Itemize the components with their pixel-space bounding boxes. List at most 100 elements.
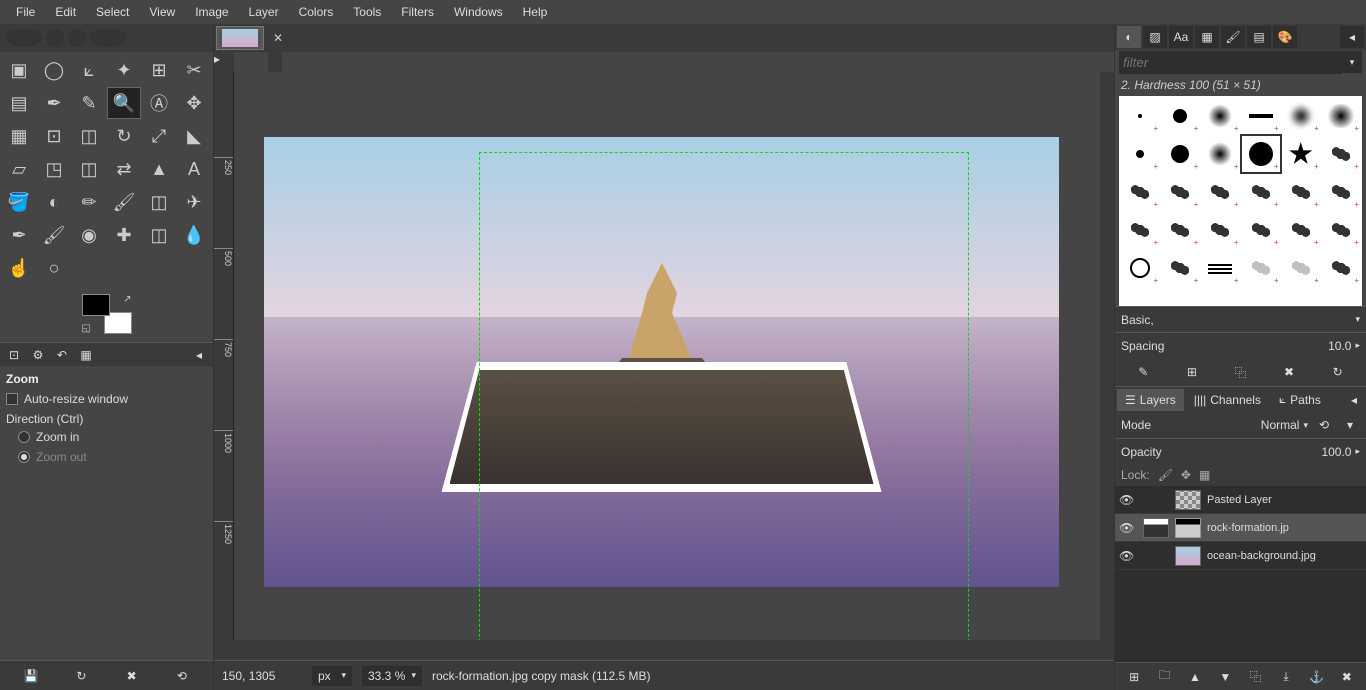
align-tool[interactable]: ▦ <box>2 120 36 152</box>
brush-preset[interactable]: + <box>1121 98 1159 134</box>
rectangle-select-tool[interactable]: ▣ <box>2 54 36 86</box>
duplicate-brush-icon[interactable]: ⿻ <box>1230 362 1250 382</box>
duplicate-layer-icon[interactable]: ⿻ <box>1246 667 1266 687</box>
zoom-tool[interactable]: 🔍 <box>107 87 141 119</box>
blur-tool[interactable]: 💧 <box>177 219 211 251</box>
mode-reset-icon[interactable]: ⟲ <box>1314 415 1334 435</box>
gradient-tool[interactable]: ◐ <box>37 186 71 218</box>
dock-menu-icon[interactable]: ◂ <box>1340 26 1364 48</box>
gradients-tab[interactable]: ▤ <box>1247 26 1271 48</box>
rotate-tool[interactable]: ↻ <box>107 120 141 152</box>
channels-tab[interactable]: |||| Channels <box>1186 389 1269 411</box>
document-history-tab[interactable]: ▦ <box>1195 26 1219 48</box>
brush-preset[interactable]: + <box>1161 212 1199 248</box>
layer-name[interactable]: ocean-background.jpg <box>1207 550 1316 562</box>
filter-dropdown-icon[interactable]: ▾ <box>1342 51 1362 73</box>
brush-preset[interactable]: + <box>1282 174 1320 210</box>
menu-view[interactable]: View <box>141 1 183 23</box>
brush-preset-row[interactable]: Basic,▾ <box>1115 306 1366 332</box>
vertical-ruler[interactable]: 250 500 750 1000 1250 <box>214 72 234 640</box>
brush-preset[interactable]: + <box>1282 136 1320 172</box>
zoom-in-radio[interactable] <box>18 431 30 443</box>
zoom-out-radio[interactable] <box>18 451 30 463</box>
crop-tool[interactable]: ⊡ <box>37 120 71 152</box>
brush-preset[interactable]: + <box>1201 174 1239 210</box>
merge-down-icon[interactable]: ⤓ <box>1276 667 1296 687</box>
image-tab[interactable] <box>216 26 264 50</box>
bucket-fill-tool[interactable]: 🪣 <box>2 186 36 218</box>
spacing-row[interactable]: Spacing10.0▸ <box>1115 332 1366 358</box>
paintbrush-tool[interactable]: 🖌 <box>107 186 141 218</box>
brush-preset[interactable]: + <box>1242 98 1280 134</box>
brush-preset[interactable]: + <box>1201 250 1239 286</box>
lock-pixels-icon[interactable]: 🖌 <box>1158 468 1173 482</box>
brush-preset[interactable]: + <box>1322 250 1360 286</box>
handle-transform-tool[interactable]: ◫ <box>72 153 106 185</box>
quick-mask-toggle[interactable] <box>214 640 234 660</box>
lock-alpha-icon[interactable]: ▦ <box>1199 468 1210 482</box>
new-brush-icon[interactable]: ⊞ <box>1182 362 1202 382</box>
brush-preset[interactable]: + <box>1322 98 1360 134</box>
mypaint-tool[interactable]: 🖌 <box>37 219 71 251</box>
airbrush-tool[interactable]: ✈ <box>177 186 211 218</box>
blend-mode-dropdown[interactable]: Normal▾ <box>1261 418 1308 432</box>
lower-layer-icon[interactable]: ▼ <box>1215 667 1235 687</box>
menu-layer[interactable]: Layer <box>241 1 287 23</box>
raise-layer-icon[interactable]: ▲ <box>1185 667 1205 687</box>
paths-tool[interactable]: ✒ <box>37 87 71 119</box>
undo-history-tab[interactable]: ↶ <box>52 346 72 364</box>
reset-preset-icon[interactable]: ⟲ <box>172 666 192 686</box>
brush-preset[interactable]: + <box>1322 136 1360 172</box>
new-layer-icon[interactable]: ⊞ <box>1124 667 1144 687</box>
menu-file[interactable]: File <box>8 1 43 23</box>
scale-tool[interactable]: ⤢ <box>142 120 176 152</box>
paint-dynamics-tab[interactable]: 🖌 <box>1221 26 1245 48</box>
clone-tool[interactable]: ◉ <box>72 219 106 251</box>
brush-preset[interactable]: + <box>1242 212 1280 248</box>
delete-preset-icon[interactable]: ✖ <box>122 666 142 686</box>
visibility-toggle-icon[interactable]: 👁 <box>1119 521 1137 535</box>
ink-tool[interactable]: ✒ <box>2 219 36 251</box>
brush-preset[interactable]: + <box>1161 98 1199 134</box>
save-preset-icon[interactable]: 💾 <box>21 666 41 686</box>
text-tool[interactable]: A <box>177 153 211 185</box>
brush-preset[interactable]: + <box>1322 212 1360 248</box>
menu-select[interactable]: Select <box>88 1 137 23</box>
layer-thumbnail[interactable] <box>1175 546 1201 566</box>
ellipse-select-tool[interactable]: ◯ <box>37 54 71 86</box>
zoom-dropdown[interactable]: 33.3 %▾ <box>362 666 422 686</box>
auto-resize-checkbox[interactable] <box>6 393 18 405</box>
ruler-corner[interactable]: ▸ <box>214 52 234 72</box>
delete-brush-icon[interactable]: ✖ <box>1279 362 1299 382</box>
layers-tab[interactable]: ☰ Layers <box>1117 389 1184 411</box>
brush-preset[interactable]: + <box>1121 250 1159 286</box>
default-colors-icon[interactable]: ◱ <box>82 323 91 334</box>
dodge-tool[interactable]: ○ <box>37 252 71 284</box>
patterns-tab[interactable]: ▨ <box>1143 26 1167 48</box>
brush-preset[interactable]: + <box>1242 174 1280 210</box>
layer-thumbnail[interactable] <box>1143 518 1169 538</box>
brush-preset[interactable]: + <box>1121 136 1159 172</box>
lock-position-icon[interactable]: ✥ <box>1181 468 1191 482</box>
palettes-tab[interactable]: 🎨 <box>1273 26 1297 48</box>
perspective-clone-tool[interactable]: ◫ <box>142 219 176 251</box>
layer-row[interactable]: 👁 Pasted Layer <box>1115 486 1366 514</box>
refresh-brushes-icon[interactable]: ↻ <box>1328 362 1348 382</box>
menu-colors[interactable]: Colors <box>291 1 342 23</box>
layer-row[interactable]: 👁 ocean-background.jpg <box>1115 542 1366 570</box>
fuzzy-select-tool[interactable]: ✦ <box>107 54 141 86</box>
layer-mask-thumbnail[interactable] <box>1175 518 1201 538</box>
horizontal-scrollbar[interactable] <box>254 640 1086 660</box>
brush-preset[interactable]: + <box>1161 250 1199 286</box>
brush-preset[interactable]: + <box>1282 98 1320 134</box>
swap-colors-icon[interactable]: ↗ <box>123 294 131 305</box>
edit-brush-icon[interactable]: ✎ <box>1133 362 1153 382</box>
brush-preset[interactable]: + <box>1161 174 1199 210</box>
brush-preset[interactable]: + <box>1121 174 1159 210</box>
scissors-tool[interactable]: ✂ <box>177 54 211 86</box>
unified-transform-tool[interactable]: ◫ <box>72 120 106 152</box>
brush-preset-selected[interactable]: + <box>1242 136 1280 172</box>
brush-preset[interactable]: + <box>1161 136 1199 172</box>
pencil-tool[interactable]: ✏ <box>72 186 106 218</box>
paths-tab[interactable]: ⟀ Paths <box>1271 388 1329 411</box>
